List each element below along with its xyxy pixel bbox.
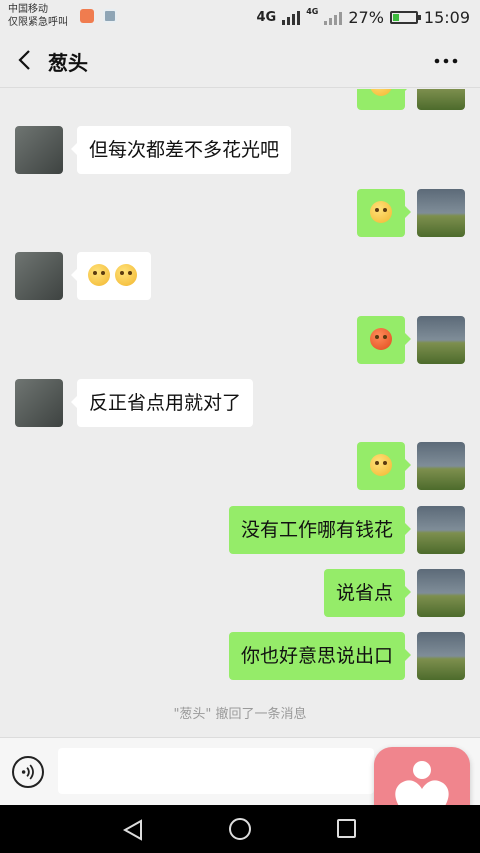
- carrier-status: 仅限紧急呼叫: [8, 17, 68, 28]
- contact-avatar[interactable]: [15, 379, 63, 427]
- message-bubble-in[interactable]: 反正省点用就对了: [70, 379, 254, 427]
- more-horizontal-icon[interactable]: [434, 58, 458, 64]
- chevron-left-icon[interactable]: [14, 48, 38, 72]
- notification-app-icon: [80, 9, 94, 23]
- gallery-notification-icon: [103, 9, 117, 23]
- network-type-secondary: 4G: [306, 6, 319, 16]
- chat-header: 葱头: [0, 34, 480, 88]
- recall-notice: "葱头" 撤回了一条消息: [173, 707, 307, 722]
- message-input[interactable]: [58, 748, 374, 794]
- system-nav-bar: [0, 805, 480, 853]
- message-bubble-in[interactable]: 但每次都差不多花光吧: [70, 126, 292, 174]
- message-bubble-out[interactable]: [357, 89, 411, 110]
- message-bubble-in[interactable]: [71, 252, 151, 300]
- message-bubble-out[interactable]: 说省点: [323, 569, 412, 617]
- status-indicators: 4G 4G 27% 15:09: [256, 6, 470, 28]
- signal-secondary-icon: [324, 9, 343, 25]
- message-bubble-out[interactable]: [357, 316, 411, 364]
- carrier-name: 中国移动: [8, 4, 48, 15]
- voice-input-icon[interactable]: [12, 756, 44, 788]
- my-avatar[interactable]: [417, 316, 465, 364]
- network-type: 4G: [256, 9, 277, 25]
- message-bubble-out[interactable]: 没有工作哪有钱花: [228, 506, 412, 554]
- chat-history[interactable]: 但每次都差不多花光吧 反正省点用就对了 没有工作哪有钱花 说省点 你也好意思说出…: [0, 89, 480, 737]
- my-avatar[interactable]: [417, 89, 465, 110]
- red-face-emoji-icon: [370, 327, 392, 350]
- battery-percent: 27%: [348, 7, 384, 27]
- message-bubble-out[interactable]: [357, 442, 411, 490]
- carrier-info: 中国移动 仅限紧急呼叫: [8, 3, 68, 29]
- my-avatar[interactable]: [417, 442, 465, 490]
- message-bubble-out[interactable]: 你也好意思说出口: [228, 632, 412, 680]
- smirk-emoji-icon: [370, 453, 392, 476]
- heart-eyes-emoji-icon: [88, 263, 110, 286]
- signal-icon: [282, 9, 301, 25]
- contact-avatar[interactable]: [15, 252, 63, 300]
- face-emoji-icon: [370, 89, 392, 96]
- nav-back-icon[interactable]: [122, 819, 144, 841]
- my-avatar[interactable]: [417, 506, 465, 554]
- battery-icon: [389, 10, 421, 24]
- my-avatar[interactable]: [417, 189, 465, 237]
- message-bubble-out[interactable]: [357, 189, 411, 237]
- my-avatar[interactable]: [417, 569, 465, 617]
- clock: 15:09: [423, 7, 470, 27]
- nav-recents-icon[interactable]: [337, 819, 356, 838]
- battery-level: [392, 13, 399, 21]
- face-emoji-icon: [370, 200, 392, 223]
- heart-eyes-emoji-icon: [115, 263, 137, 286]
- my-avatar[interactable]: [417, 632, 465, 680]
- chat-title: 葱头: [48, 51, 88, 75]
- status-bar: 中国移动 仅限紧急呼叫 4G 4G 27% 15:09: [0, 0, 480, 34]
- contact-avatar[interactable]: [15, 126, 63, 174]
- nav-home-icon[interactable]: [229, 818, 251, 840]
